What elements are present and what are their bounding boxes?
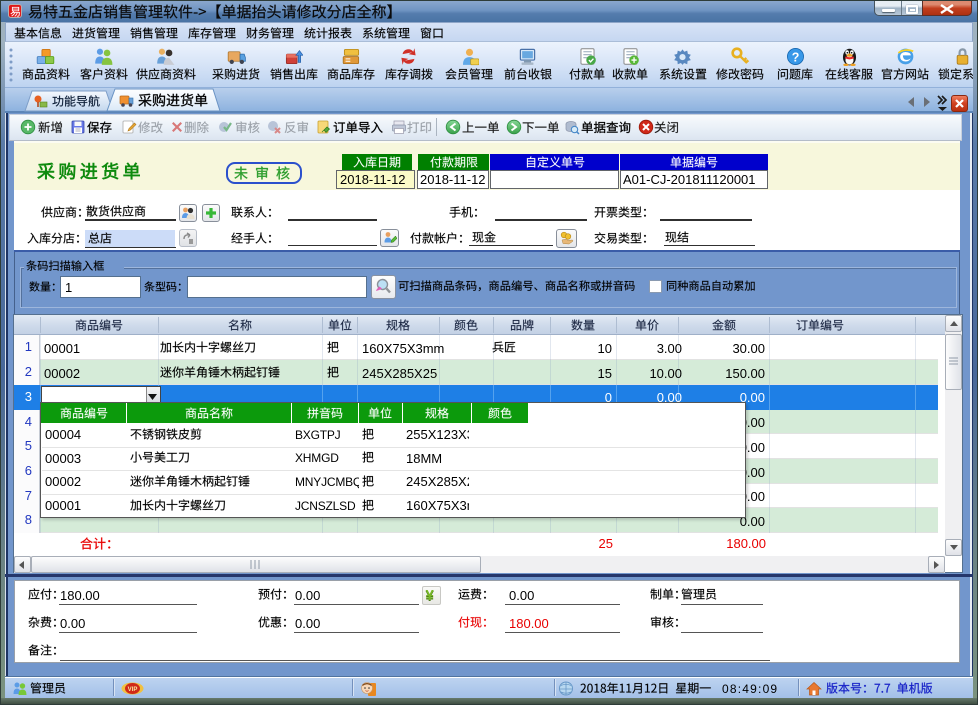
- svg-text:VIP: VIP: [128, 687, 138, 693]
- svg-text:?: ?: [791, 50, 799, 64]
